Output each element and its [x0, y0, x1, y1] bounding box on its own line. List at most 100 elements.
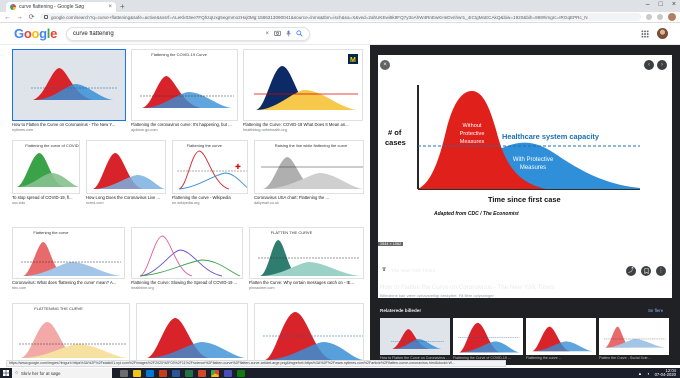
thumbnail-text: Flattening the COVID-19 Curve	[151, 52, 207, 57]
result-caption[interactable]: To stop spread of COVID-19, fl...	[12, 195, 80, 200]
image-results-grid: How to Flatten the Curve on Coronavirus …	[0, 45, 370, 365]
result-thumbnail[interactable]: M	[243, 49, 363, 121]
forward-button[interactable]: →	[16, 14, 23, 21]
google-apps-icon[interactable]	[641, 29, 649, 38]
related-thumbnail[interactable]	[599, 318, 669, 355]
result-thumbnail[interactable]: Flattening the curve of COVID-19	[12, 140, 80, 194]
related-image[interactable]: Flattening the Curve of COVID-19 ...	[453, 318, 523, 365]
result-thumbnail[interactable]: Flattening the COVID-19 Curve	[131, 49, 238, 121]
result-caption[interactable]: How Long Does the Coronavirus Live ...	[86, 195, 166, 200]
image-result[interactable]: How to Flatten the Curve on Coronavirus …	[12, 49, 126, 135]
microphone-icon[interactable]	[286, 30, 291, 39]
extension-icon[interactable]	[657, 14, 663, 20]
svg-text:M: M	[350, 57, 356, 64]
clear-search-icon[interactable]: ×	[265, 31, 269, 37]
back-button[interactable]: ←	[4, 14, 11, 21]
result-thumbnail[interactable]: Raising the line while flattening the cu…	[254, 140, 364, 194]
result-thumbnail[interactable]	[131, 227, 243, 279]
result-thumbnail[interactable]: ✚ Flattening the curve	[172, 140, 248, 194]
related-thumbnail[interactable]	[453, 318, 523, 355]
result-caption[interactable]: How to Flatten the Curve on Coronavirus …	[12, 122, 126, 127]
image-result[interactable]: How Long Does the Coronavirus Live ... sc…	[86, 140, 166, 208]
image-result[interactable]: M Flattening the Curve: COVID-19 What Doe…	[243, 49, 363, 135]
teams-icon[interactable]	[224, 369, 232, 377]
result-caption[interactable]: Flattening the Curve: COVID-19 What Does…	[243, 122, 363, 127]
clock[interactable]: 12:04 07-04-2020	[655, 368, 676, 377]
browser-tab[interactable]: curve flattening - Google Søg ×	[6, 2, 116, 12]
powerpoint-icon[interactable]	[198, 369, 206, 377]
save-icon[interactable]	[641, 266, 651, 276]
minimize-button[interactable]: –	[646, 1, 650, 8]
close-viewer-button[interactable]: ×	[380, 60, 390, 70]
camera-search-icon[interactable]	[274, 30, 281, 38]
reload-button[interactable]: ⟳	[28, 13, 35, 21]
result-source: scred.com	[86, 201, 104, 205]
thumbnail-text: Flattening the curve	[186, 143, 222, 148]
next-image-button[interactable]: ›	[657, 60, 667, 70]
excel-icon[interactable]	[185, 369, 193, 377]
prev-image-button[interactable]: ‹	[644, 60, 654, 70]
volume-icon[interactable]: ◗	[647, 371, 650, 376]
curve1-label-1: Without	[463, 123, 482, 129]
result-thumbnail[interactable]	[136, 303, 248, 363]
search-box: ×	[66, 27, 310, 41]
maximize-button[interactable]: □	[659, 1, 663, 8]
image-result[interactable]: Flattening the COVID-19 Curve Flattening …	[131, 49, 238, 135]
search-input[interactable]	[73, 31, 261, 37]
network-icon[interactable]: ▲	[638, 371, 642, 376]
app-icon[interactable]	[237, 369, 245, 377]
windows-start-icon[interactable]	[0, 368, 12, 378]
result-caption[interactable]: Flattening the coronavirus curve: It's h…	[131, 122, 238, 127]
tab-close-icon[interactable]: ×	[108, 4, 112, 10]
viewer-main-image[interactable]: # of cases Without Protective Measures H…	[378, 55, 672, 298]
profile-icon[interactable]	[668, 13, 676, 21]
result-caption[interactable]: Flatten the Curve: Why certain messages …	[249, 280, 364, 285]
result-thumbnail[interactable]	[86, 140, 166, 194]
search-icon[interactable]	[296, 29, 303, 39]
result-thumbnail[interactable]: FLATTENING THE CURVE	[12, 303, 130, 363]
close-window-button[interactable]: ×	[672, 1, 676, 8]
url-field[interactable]: google.com/search?q=curve+flattening&saf…	[40, 13, 641, 21]
word-icon[interactable]	[172, 369, 180, 377]
svg-text:✚: ✚	[235, 163, 241, 171]
copyright-notice[interactable]: Billederne kan være ophavsretligt beskyt…	[380, 293, 494, 298]
file-explorer-icon[interactable]	[133, 369, 141, 377]
extension-icon[interactable]	[646, 14, 652, 20]
result-thumbnail[interactable]: Flattening the curve	[12, 227, 125, 279]
account-avatar[interactable]	[657, 28, 668, 39]
result-source: healthline.org	[131, 286, 154, 290]
more-options-icon[interactable]: ⋮	[656, 266, 666, 276]
related-thumbnail[interactable]	[380, 318, 450, 355]
taskbar-search-box[interactable]: ○ Skriv her for at søge	[12, 368, 112, 378]
result-caption[interactable]: Coronavirus: What does 'flattening the c…	[12, 280, 125, 285]
task-view-icon[interactable]	[120, 369, 128, 377]
result-source: ajcbiom.go.com	[131, 128, 158, 132]
google-logo[interactable]: Google	[14, 26, 57, 41]
office-icon[interactable]	[159, 369, 167, 377]
related-thumbnail[interactable]	[526, 318, 596, 355]
result-thumbnail[interactable]: FLATTEN THE CURVE	[249, 227, 364, 279]
viewer-source-row[interactable]: T The New York Times	[380, 267, 435, 275]
chrome-icon[interactable]	[211, 369, 219, 377]
related-caption[interactable]: Flattening the curve ...	[526, 356, 596, 360]
related-image[interactable]: How to Flatten the Curve on Coronavirus …	[380, 318, 450, 365]
image-result[interactable]: Flattening the curve of COVID-19 To stop …	[12, 140, 80, 208]
image-result[interactable]: Flattening the curve Coronavirus: What do…	[12, 227, 125, 293]
see-all-link[interactable]: Se flere	[648, 308, 663, 313]
image-result[interactable]: ✚ Flattening the curve Flattening the curv…	[172, 140, 248, 208]
new-tab-button[interactable]: +	[120, 2, 125, 12]
related-caption[interactable]: Flatten the Curve - Social Scie...	[599, 356, 669, 360]
result-thumbnail[interactable]	[254, 303, 364, 363]
viewer-title-link[interactable]: How to Flatten the Curve on Coronavirus …	[380, 284, 670, 291]
result-caption[interactable]: Coronavirus USA chart: Flattening the ..…	[254, 195, 364, 200]
related-image[interactable]: Flatten the Curve - Social Scie...	[599, 318, 669, 365]
result-caption[interactable]: Flattening the curve - Wikipedia	[172, 195, 248, 200]
edge-icon[interactable]	[146, 369, 154, 377]
image-result[interactable]: Flattening the Curve: Slowing the Spread…	[131, 227, 243, 293]
result-caption[interactable]: Flattening the Curve: Slowing the Spread…	[131, 280, 243, 285]
image-result[interactable]: FLATTEN THE CURVE Flatten the Curve: Why …	[249, 227, 364, 293]
image-result[interactable]: Raising the line while flattening the cu…	[254, 140, 364, 208]
result-thumbnail[interactable]	[12, 49, 126, 121]
related-image[interactable]: Flattening the curve ...	[526, 318, 596, 365]
share-icon[interactable]: ⤴	[626, 266, 636, 276]
